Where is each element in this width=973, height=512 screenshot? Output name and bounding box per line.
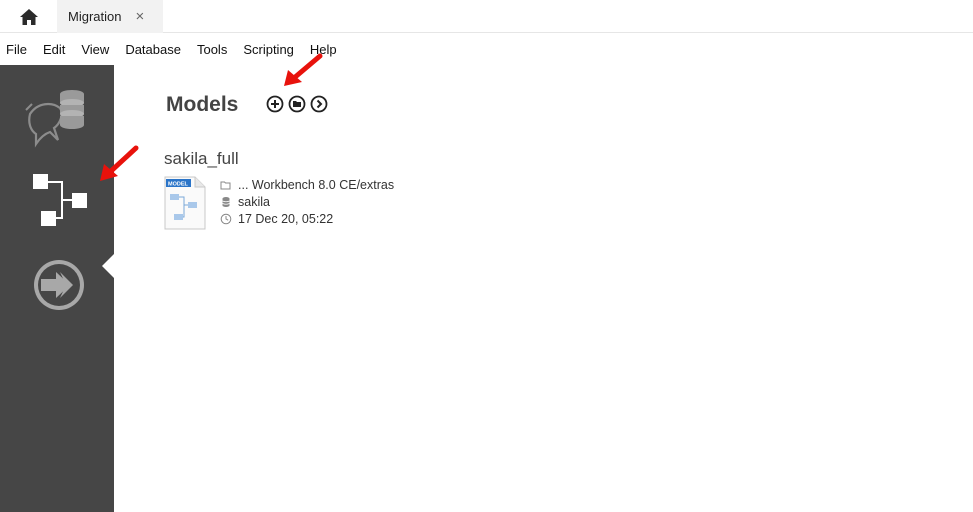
clock-icon xyxy=(220,213,232,225)
tab-migration-label: Migration xyxy=(68,9,122,24)
folder-icon xyxy=(220,181,231,190)
tab-migration[interactable]: Migration × xyxy=(57,0,163,33)
page-title: Models xyxy=(166,93,239,116)
model-tile[interactable]: sakila_full MODEL ... Workbench 8.0 CE/e… xyxy=(164,149,464,239)
sidebar-item-connections[interactable] xyxy=(0,80,114,150)
tab-bar: Migration × xyxy=(0,0,973,33)
model-name: sakila_full xyxy=(164,149,239,168)
dolphin-database-icon xyxy=(25,90,84,148)
model-file-icon: MODEL xyxy=(164,176,206,230)
home-icon xyxy=(19,8,38,25)
model-thumb-label: MODEL xyxy=(168,182,189,188)
menu-edit[interactable]: Edit xyxy=(35,42,73,57)
database-icon xyxy=(222,197,230,207)
plus-circle-icon[interactable] xyxy=(266,95,284,113)
folder-circle-icon[interactable] xyxy=(288,95,306,113)
sidebar-item-migration[interactable] xyxy=(0,255,114,315)
tab-close-icon[interactable]: × xyxy=(135,9,144,24)
menu-database[interactable]: Database xyxy=(117,42,189,57)
model-path: ... Workbench 8.0 CE/extras xyxy=(238,178,395,192)
model-path-row: ... Workbench 8.0 CE/extras xyxy=(220,178,394,192)
menu-bar: File Edit View Database Tools Scripting … xyxy=(0,34,973,64)
menu-view[interactable]: View xyxy=(73,42,117,57)
model-schema: sakila xyxy=(238,195,270,209)
models-panel: Models sakila_full MODEL ... Workbench 8… xyxy=(114,65,973,512)
annotation-arrow-icon xyxy=(284,53,323,86)
chevron-right-circle-icon[interactable] xyxy=(310,95,328,113)
annotation-arrow-icon xyxy=(100,145,139,181)
migration-arrow-icon xyxy=(34,260,84,310)
model-schema-row: sakila xyxy=(220,195,270,209)
sidebar xyxy=(0,65,115,512)
menu-tools[interactable]: Tools xyxy=(189,42,235,57)
model-date-row: 17 Dec 20, 05:22 xyxy=(220,212,333,226)
menu-file[interactable]: File xyxy=(0,42,35,57)
model-modified: 17 Dec 20, 05:22 xyxy=(238,212,334,226)
home-tab[interactable] xyxy=(0,0,57,33)
